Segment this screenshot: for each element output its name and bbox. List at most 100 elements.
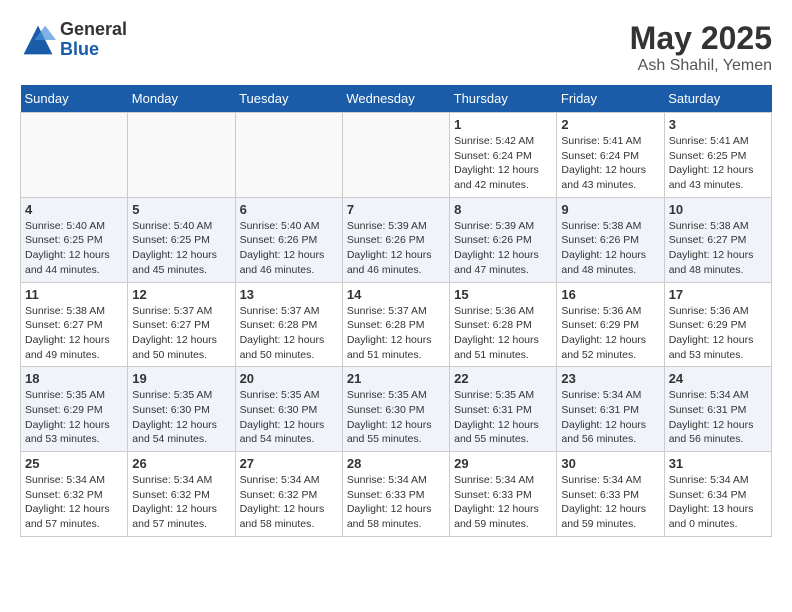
calendar-cell: 21Sunrise: 5:35 AMSunset: 6:30 PMDayligh… — [342, 367, 449, 452]
day-info: Sunrise: 5:34 AMSunset: 6:31 PMDaylight:… — [561, 388, 659, 447]
day-info: Sunrise: 5:35 AMSunset: 6:31 PMDaylight:… — [454, 388, 552, 447]
day-number: 12 — [132, 287, 230, 302]
calendar-cell: 2 Sunrise: 5:41 AMSunset: 6:24 PMDaylight… — [557, 113, 664, 198]
day-number: 24 — [669, 371, 767, 386]
day-number: 14 — [347, 287, 445, 302]
calendar-cell: 29Sunrise: 5:34 AMSunset: 6:33 PMDayligh… — [450, 452, 557, 537]
day-info: Sunrise: 5:35 AMSunset: 6:29 PMDaylight:… — [25, 388, 123, 447]
day-info: Sunrise: 5:40 AMSunset: 6:25 PMDaylight:… — [25, 219, 123, 278]
day-number: 17 — [669, 287, 767, 302]
col-header-friday: Friday — [557, 85, 664, 113]
day-number: 13 — [240, 287, 338, 302]
col-header-saturday: Saturday — [664, 85, 771, 113]
day-number: 2 — [561, 117, 659, 132]
day-info: Sunrise: 5:36 AMSunset: 6:28 PMDaylight:… — [454, 304, 552, 363]
logo-text: General Blue — [60, 20, 127, 60]
day-info: Sunrise: 5:34 AMSunset: 6:33 PMDaylight:… — [347, 473, 445, 532]
calendar-table: SundayMondayTuesdayWednesdayThursdayFrid… — [20, 85, 772, 537]
day-number: 19 — [132, 371, 230, 386]
calendar-cell: 24 Sunrise: 5:34 AMSunset: 6:31 PMDayligh… — [664, 367, 771, 452]
col-header-thursday: Thursday — [450, 85, 557, 113]
day-number: 30 — [561, 456, 659, 471]
day-info: Sunrise: 5:34 AMSunset: 6:34 PMDaylight:… — [669, 473, 767, 532]
calendar-cell: 7 Sunrise: 5:39 AMSunset: 6:26 PMDaylight… — [342, 197, 449, 282]
day-info: Sunrise: 5:35 AMSunset: 6:30 PMDaylight:… — [240, 388, 338, 447]
day-number: 1 — [454, 117, 552, 132]
calendar-cell: 15 Sunrise: 5:36 AMSunset: 6:28 PMDayligh… — [450, 282, 557, 367]
day-info: Sunrise: 5:37 AMSunset: 6:28 PMDaylight:… — [240, 304, 338, 363]
day-info: Sunrise: 5:34 AMSunset: 6:33 PMDaylight:… — [454, 473, 552, 532]
day-info: Sunrise: 5:40 AMSunset: 6:26 PMDaylight:… — [240, 219, 338, 278]
day-number: 6 — [240, 202, 338, 217]
day-number: 11 — [25, 287, 123, 302]
calendar-cell: 28 Sunrise: 5:34 AMSunset: 6:33 PMDayligh… — [342, 452, 449, 537]
location-text: Ash Shahil, Yemen — [630, 57, 772, 75]
calendar-cell: 1 Sunrise: 5:42 AMSunset: 6:24 PMDaylight… — [450, 113, 557, 198]
calendar-cell — [235, 113, 342, 198]
day-number: 16 — [561, 287, 659, 302]
logo: General Blue — [20, 20, 127, 60]
day-number: 26 — [132, 456, 230, 471]
title-block: May 2025 Ash Shahil, Yemen — [630, 20, 772, 75]
calendar-cell: 4 Sunrise: 5:40 AMSunset: 6:25 PMDaylight… — [21, 197, 128, 282]
day-info: Sunrise: 5:37 AMSunset: 6:28 PMDaylight:… — [347, 304, 445, 363]
day-info: Sunrise: 5:39 AMSunset: 6:26 PMDaylight:… — [454, 219, 552, 278]
calendar-cell — [342, 113, 449, 198]
day-number: 4 — [25, 202, 123, 217]
day-info: Sunrise: 5:34 AMSunset: 6:32 PMDaylight:… — [240, 473, 338, 532]
day-number: 28 — [347, 456, 445, 471]
calendar-week-row: 18Sunrise: 5:35 AMSunset: 6:29 PMDayligh… — [21, 367, 772, 452]
day-number: 3 — [669, 117, 767, 132]
col-header-sunday: Sunday — [21, 85, 128, 113]
day-info: Sunrise: 5:34 AMSunset: 6:32 PMDaylight:… — [132, 473, 230, 532]
calendar-cell: 18Sunrise: 5:35 AMSunset: 6:29 PMDayligh… — [21, 367, 128, 452]
calendar-week-row: 4 Sunrise: 5:40 AMSunset: 6:25 PMDaylight… — [21, 197, 772, 282]
day-info: Sunrise: 5:41 AMSunset: 6:24 PMDaylight:… — [561, 134, 659, 193]
calendar-cell: 5 Sunrise: 5:40 AMSunset: 6:25 PMDaylight… — [128, 197, 235, 282]
day-info: Sunrise: 5:38 AMSunset: 6:27 PMDaylight:… — [25, 304, 123, 363]
day-number: 22 — [454, 371, 552, 386]
calendar-cell: 11 Sunrise: 5:38 AMSunset: 6:27 PMDayligh… — [21, 282, 128, 367]
month-title: May 2025 — [630, 20, 772, 57]
calendar-cell: 8 Sunrise: 5:39 AMSunset: 6:26 PMDaylight… — [450, 197, 557, 282]
day-info: Sunrise: 5:39 AMSunset: 6:26 PMDaylight:… — [347, 219, 445, 278]
day-info: Sunrise: 5:34 AMSunset: 6:31 PMDaylight:… — [669, 388, 767, 447]
day-info: Sunrise: 5:41 AMSunset: 6:25 PMDaylight:… — [669, 134, 767, 193]
calendar-cell: 20 Sunrise: 5:35 AMSunset: 6:30 PMDayligh… — [235, 367, 342, 452]
day-info: Sunrise: 5:37 AMSunset: 6:27 PMDaylight:… — [132, 304, 230, 363]
logo-blue-text: Blue — [60, 40, 127, 60]
day-number: 7 — [347, 202, 445, 217]
calendar-cell — [21, 113, 128, 198]
calendar-cell: 6 Sunrise: 5:40 AMSunset: 6:26 PMDaylight… — [235, 197, 342, 282]
day-number: 10 — [669, 202, 767, 217]
calendar-cell: 12 Sunrise: 5:37 AMSunset: 6:27 PMDayligh… — [128, 282, 235, 367]
calendar-cell: 19 Sunrise: 5:35 AMSunset: 6:30 PMDayligh… — [128, 367, 235, 452]
calendar-cell: 13 Sunrise: 5:37 AMSunset: 6:28 PMDayligh… — [235, 282, 342, 367]
calendar-header-row: SundayMondayTuesdayWednesdayThursdayFrid… — [21, 85, 772, 113]
day-info: Sunrise: 5:35 AMSunset: 6:30 PMDaylight:… — [347, 388, 445, 447]
day-info: Sunrise: 5:40 AMSunset: 6:25 PMDaylight:… — [132, 219, 230, 278]
day-info: Sunrise: 5:36 AMSunset: 6:29 PMDaylight:… — [669, 304, 767, 363]
logo-icon — [20, 22, 56, 58]
day-info: Sunrise: 5:42 AMSunset: 6:24 PMDaylight:… — [454, 134, 552, 193]
day-info: Sunrise: 5:35 AMSunset: 6:30 PMDaylight:… — [132, 388, 230, 447]
day-number: 31 — [669, 456, 767, 471]
calendar-cell: 27 Sunrise: 5:34 AMSunset: 6:32 PMDayligh… — [235, 452, 342, 537]
day-number: 25 — [25, 456, 123, 471]
calendar-cell: 10Sunrise: 5:38 AMSunset: 6:27 PMDayligh… — [664, 197, 771, 282]
col-header-monday: Monday — [128, 85, 235, 113]
calendar-cell: 30 Sunrise: 5:34 AMSunset: 6:33 PMDayligh… — [557, 452, 664, 537]
calendar-cell: 31 Sunrise: 5:34 AMSunset: 6:34 PMDayligh… — [664, 452, 771, 537]
day-number: 27 — [240, 456, 338, 471]
day-number: 23 — [561, 371, 659, 386]
page-header: General Blue May 2025 Ash Shahil, Yemen — [20, 20, 772, 75]
day-number: 15 — [454, 287, 552, 302]
day-number: 8 — [454, 202, 552, 217]
day-info: Sunrise: 5:34 AMSunset: 6:33 PMDaylight:… — [561, 473, 659, 532]
calendar-week-row: 1 Sunrise: 5:42 AMSunset: 6:24 PMDaylight… — [21, 113, 772, 198]
day-number: 20 — [240, 371, 338, 386]
logo-general-text: General — [60, 20, 127, 40]
day-number: 5 — [132, 202, 230, 217]
col-header-wednesday: Wednesday — [342, 85, 449, 113]
calendar-cell: 22 Sunrise: 5:35 AMSunset: 6:31 PMDayligh… — [450, 367, 557, 452]
